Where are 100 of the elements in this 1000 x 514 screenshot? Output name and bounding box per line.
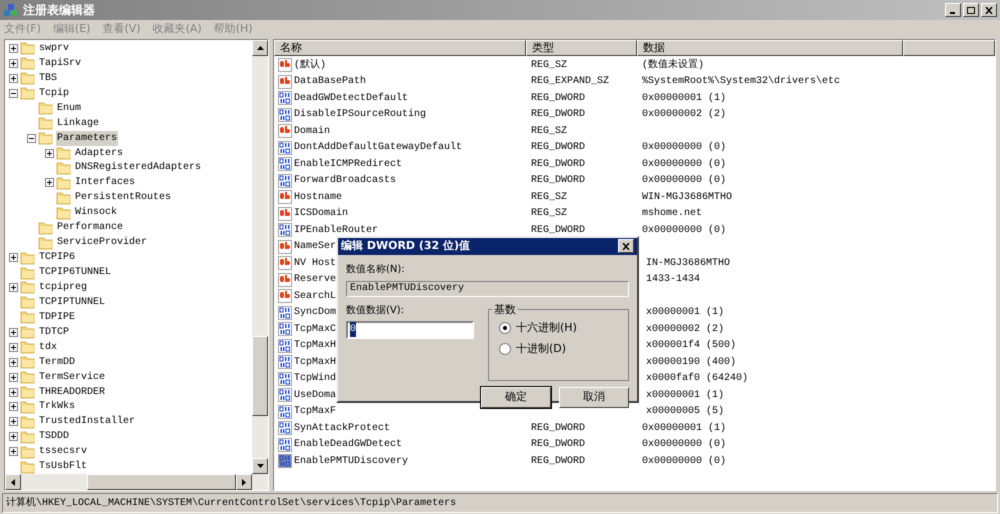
value-name[interactable]: TcpMaxH: [294, 338, 336, 354]
value-type: REG_DWORD: [531, 92, 586, 104]
close-icon: [622, 242, 630, 250]
value-name-field[interactable]: EnablePMTUDiscovery: [346, 280, 629, 296]
expander-button[interactable]: [9, 388, 18, 397]
tree-item[interactable]: TsUsbFlt: [38, 459, 88, 474]
expander-button[interactable]: [9, 328, 18, 337]
value-name[interactable]: ICSDomain: [294, 206, 348, 222]
tree-item[interactable]: DNSRegisteredAdapters: [74, 160, 202, 176]
radio-option[interactable]: 十进制(D): [499, 341, 628, 358]
radio-option[interactable]: 十六进制(H): [499, 320, 628, 336]
value-name[interactable]: Domain: [294, 124, 330, 139]
tree-item[interactable]: Parameters: [56, 130, 118, 146]
value-name[interactable]: ForwardBroadcasts: [294, 173, 396, 188]
value-name[interactable]: EnableICMPRedirect: [294, 156, 402, 172]
expander-button[interactable]: [9, 88, 18, 98]
value-name[interactable]: SynAttackProtect: [294, 420, 390, 436]
expander-button[interactable]: [9, 358, 18, 367]
tree-item[interactable]: swprv: [38, 40, 70, 56]
value-type: REG_DWORD: [531, 422, 586, 434]
expander-button[interactable]: [9, 58, 18, 68]
value-name[interactable]: (默认): [294, 58, 326, 73]
dialog-button[interactable]: 确定: [481, 386, 551, 408]
value-name[interactable]: IPEnableRouter: [294, 222, 378, 238]
tree-item[interactable]: TCPIPTUNNEL: [38, 294, 106, 310]
value-name[interactable]: TcpMaxH: [294, 354, 336, 370]
value-name[interactable]: UseDoma: [294, 388, 336, 403]
radio-button[interactable]: [499, 343, 511, 356]
value-name[interactable]: DataBasePath: [294, 74, 366, 90]
binary-value-icon: [278, 140, 292, 155]
column-header[interactable]: [903, 40, 995, 56]
expander-button[interactable]: [45, 178, 54, 188]
value-name[interactable]: Reserve: [294, 272, 336, 288]
expander-button[interactable]: [27, 134, 36, 143]
scrollbar-thumb[interactable]: [86, 474, 236, 490]
tree-item[interactable]: Linkage: [56, 116, 100, 131]
expander-button[interactable]: [9, 253, 18, 262]
plus-icon: [11, 46, 16, 51]
minimize-button[interactable]: [945, 3, 961, 17]
tree-item[interactable]: Enum: [56, 100, 82, 116]
value-name[interactable]: SearchL: [294, 288, 336, 304]
column-header[interactable]: 数据: [637, 40, 903, 56]
tree-item[interactable]: TrustedInstaller: [38, 414, 136, 430]
tree-item[interactable]: Tcpip: [38, 86, 70, 101]
value-name[interactable]: DeadGWDetectDefault: [294, 90, 408, 106]
expander-button[interactable]: [45, 148, 54, 158]
expander-button[interactable]: [9, 417, 18, 426]
value-name[interactable]: Hostname: [294, 190, 342, 205]
expander-button[interactable]: [9, 372, 18, 382]
expander-button[interactable]: [9, 432, 18, 442]
column-header[interactable]: 类型: [526, 40, 637, 56]
tree-item[interactable]: Interfaces: [74, 175, 136, 190]
tree-item[interactable]: tdx: [38, 340, 58, 355]
dialog-button[interactable]: 取消: [559, 386, 629, 408]
value-data-field[interactable]: 0: [346, 320, 474, 338]
column-header[interactable]: 名称: [274, 40, 526, 56]
tree-item[interactable]: TrkWks: [38, 399, 76, 414]
value-name[interactable]: NameSer: [294, 239, 336, 254]
value-name[interactable]: NV Host: [294, 256, 336, 271]
tree-item[interactable]: TCPIP6: [38, 250, 76, 266]
value-name[interactable]: TcpMaxC: [294, 322, 336, 337]
tree-item[interactable]: Performance: [56, 220, 124, 236]
folder-icon: [20, 280, 35, 294]
tree-item[interactable]: tcpipreg: [38, 280, 88, 295]
tree-item[interactable]: ServiceProvider: [56, 235, 148, 250]
tree-item[interactable]: tssecsrv: [38, 444, 88, 460]
value-name[interactable]: EnableDeadGWDetect: [294, 437, 402, 452]
expander-button[interactable]: [9, 44, 18, 53]
expander-button[interactable]: [9, 447, 18, 456]
value-name[interactable]: DontAddDefaultGatewayDefault: [294, 140, 462, 156]
tree-item[interactable]: TBS: [38, 70, 58, 86]
tree-item[interactable]: TDPIPE: [38, 310, 76, 325]
tree-item[interactable]: Winsock: [74, 205, 118, 220]
vertical-scrollbar[interactable]: [252, 40, 268, 474]
expander-button[interactable]: [9, 74, 18, 83]
tree-item[interactable]: THREADORDER: [38, 384, 106, 400]
value-name[interactable]: TcpMaxF: [294, 404, 336, 420]
tree-item[interactable]: TermService: [38, 370, 106, 385]
tree-item[interactable]: TCPIP6TUNNEL: [38, 265, 112, 280]
expander-button[interactable]: [9, 282, 18, 292]
right-arrow-icon: [242, 478, 246, 486]
folder-icon: [20, 460, 35, 474]
horizontal-scrollbar[interactable]: [5, 474, 268, 490]
value-name[interactable]: DisableIPSourceRouting: [294, 107, 426, 122]
value-name[interactable]: EnablePMTUDiscovery: [294, 454, 408, 469]
tree-item[interactable]: TermDD: [38, 354, 76, 370]
close-button[interactable]: [618, 239, 634, 254]
expander-button[interactable]: [9, 342, 18, 352]
value-name[interactable]: TcpWind: [294, 371, 336, 386]
close-button[interactable]: [981, 3, 997, 17]
value-name[interactable]: SyncDom: [294, 305, 336, 320]
tree-item[interactable]: TapiSrv: [38, 56, 82, 71]
scrollbar-thumb[interactable]: [252, 336, 268, 416]
maximize-button[interactable]: [963, 3, 979, 17]
tree-item[interactable]: TDTCP: [38, 324, 70, 340]
radio-button[interactable]: [499, 322, 511, 334]
expander-button[interactable]: [9, 402, 18, 412]
tree-item[interactable]: PersistentRoutes: [74, 190, 172, 206]
tree-item[interactable]: TSDDD: [38, 429, 70, 444]
tree-item[interactable]: Adapters: [74, 146, 124, 161]
